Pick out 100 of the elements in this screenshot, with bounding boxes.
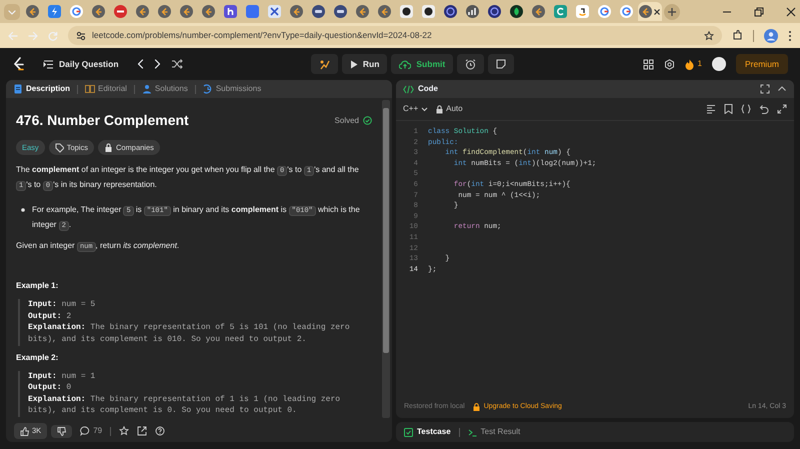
format-icon[interactable] bbox=[706, 104, 716, 114]
timer-button[interactable] bbox=[457, 54, 484, 74]
person-icon bbox=[142, 84, 152, 94]
auto-mode-button[interactable]: Auto bbox=[436, 103, 463, 115]
notes-button[interactable] bbox=[488, 54, 514, 74]
debug-icon bbox=[318, 58, 330, 70]
panel-tab[interactable]: Submissions bbox=[202, 83, 262, 95]
circle-icon bbox=[422, 5, 434, 18]
history-icon bbox=[202, 84, 213, 94]
chevron-right-icon[interactable] bbox=[154, 59, 161, 69]
new-tab-icon[interactable] bbox=[664, 4, 680, 20]
example-line: Output: 0 bbox=[28, 382, 72, 394]
comment-icon bbox=[80, 426, 90, 436]
thumbs-up-icon bbox=[20, 426, 29, 436]
code-logo-icon bbox=[378, 5, 390, 18]
panel-tab[interactable]: Description bbox=[13, 83, 70, 95]
submit-button[interactable]: Submit bbox=[391, 54, 454, 74]
code-logo-icon bbox=[92, 5, 104, 18]
document-icon bbox=[13, 84, 23, 94]
panel-title: Code bbox=[418, 83, 438, 95]
panel-tab[interactable]: Testcase bbox=[404, 426, 451, 438]
badge-icon bbox=[334, 5, 346, 18]
ring-icon bbox=[444, 5, 456, 18]
premium-button[interactable]: Premium bbox=[736, 54, 788, 74]
example-line: Input: num = 5 bbox=[28, 299, 96, 311]
google-icon bbox=[598, 5, 610, 18]
cross-icon bbox=[268, 5, 280, 18]
expand-icon[interactable] bbox=[777, 104, 787, 114]
leaf-icon bbox=[510, 5, 522, 18]
cloud-upload-icon bbox=[399, 60, 412, 68]
example-line: Input: num = 1 bbox=[28, 370, 96, 382]
share-icon[interactable] bbox=[137, 426, 148, 436]
panel-tab[interactable]: Solutions bbox=[142, 83, 188, 95]
flame-icon bbox=[684, 58, 694, 70]
avatar-icon[interactable] bbox=[712, 57, 726, 71]
tag-icon bbox=[54, 142, 64, 153]
run-button[interactable]: Run bbox=[342, 54, 388, 74]
lock-icon bbox=[104, 142, 113, 153]
language-dropdown[interactable]: C++ bbox=[403, 103, 428, 115]
no-entry-icon bbox=[114, 5, 126, 18]
chevron-left-icon[interactable] bbox=[136, 59, 144, 69]
restore-icon[interactable] bbox=[754, 6, 764, 16]
letter-icon bbox=[224, 5, 236, 18]
streak-counter[interactable]: 1 bbox=[684, 58, 702, 70]
panel-tab[interactable]: Test Result bbox=[468, 426, 520, 438]
lock-icon bbox=[436, 104, 444, 114]
book-icon bbox=[85, 84, 96, 94]
badge-icon bbox=[312, 5, 324, 18]
code-logo-icon bbox=[290, 5, 302, 18]
close-icon[interactable] bbox=[786, 6, 796, 16]
lock-icon bbox=[472, 403, 480, 411]
circle-icon bbox=[400, 5, 412, 18]
comments-button[interactable]: 79 bbox=[80, 425, 102, 437]
extensions-icon[interactable] bbox=[732, 30, 743, 41]
play-icon bbox=[350, 60, 358, 68]
ring-icon bbox=[488, 5, 500, 18]
layout-icon[interactable] bbox=[642, 58, 654, 70]
code-logo-icon bbox=[202, 5, 214, 18]
fullscreen-icon[interactable] bbox=[760, 84, 770, 94]
star-icon[interactable] bbox=[119, 426, 130, 436]
scrollbar[interactable] bbox=[382, 100, 390, 418]
bookmark-star-icon bbox=[704, 30, 714, 40]
smile-icon bbox=[576, 5, 588, 18]
address-bar[interactable]: leetcode.com/problems/number-complement/?envType=daily-question&envId=2024-08-22 bbox=[68, 26, 722, 45]
code-logo-icon bbox=[136, 5, 148, 18]
undo-icon[interactable] bbox=[759, 104, 769, 114]
code-logo-icon[interactable] bbox=[12, 56, 25, 72]
list-icon bbox=[43, 60, 54, 68]
settings-icon[interactable] bbox=[664, 58, 675, 70]
example-line: Output: 2 bbox=[28, 310, 72, 322]
square-icon bbox=[246, 5, 258, 18]
code-logo-icon bbox=[356, 5, 368, 18]
browser-tab[interactable] bbox=[638, 2, 662, 21]
example-line: Explanation: The binary representation of 1 is 1 (no leading zero bits), and its complement is 0. So you need to output 0. bbox=[28, 394, 342, 417]
panel-tab[interactable]: Editorial bbox=[85, 83, 127, 95]
bookmark-icon[interactable] bbox=[724, 104, 733, 114]
dislike-button[interactable] bbox=[51, 424, 72, 438]
braces-icon[interactable] bbox=[741, 104, 751, 114]
bullet-icon bbox=[21, 208, 25, 212]
bar-chart-icon bbox=[466, 5, 478, 18]
thumbs-down-icon bbox=[57, 426, 66, 436]
debugger-button[interactable] bbox=[310, 54, 338, 74]
example-title: Example 1: bbox=[16, 280, 60, 292]
site-settings-icon bbox=[76, 30, 86, 40]
help-icon[interactable] bbox=[155, 426, 166, 436]
code-logo-icon bbox=[639, 5, 652, 18]
profile-icon[interactable] bbox=[764, 28, 778, 42]
problem-list-button[interactable]: Daily Question bbox=[35, 54, 127, 74]
code-logo-icon bbox=[158, 5, 170, 18]
alarm-clock-icon bbox=[465, 58, 476, 70]
chevron-down-icon bbox=[421, 106, 428, 112]
checkbox-icon bbox=[404, 428, 413, 436]
google-icon bbox=[70, 5, 82, 18]
menu-icon[interactable] bbox=[788, 30, 792, 42]
solved-status: Solved bbox=[334, 114, 359, 126]
close-icon[interactable] bbox=[653, 8, 661, 16]
code-icon bbox=[403, 84, 414, 94]
shuffle-icon[interactable] bbox=[170, 59, 183, 69]
check-circle-icon bbox=[363, 116, 372, 125]
letter-icon bbox=[554, 5, 566, 18]
